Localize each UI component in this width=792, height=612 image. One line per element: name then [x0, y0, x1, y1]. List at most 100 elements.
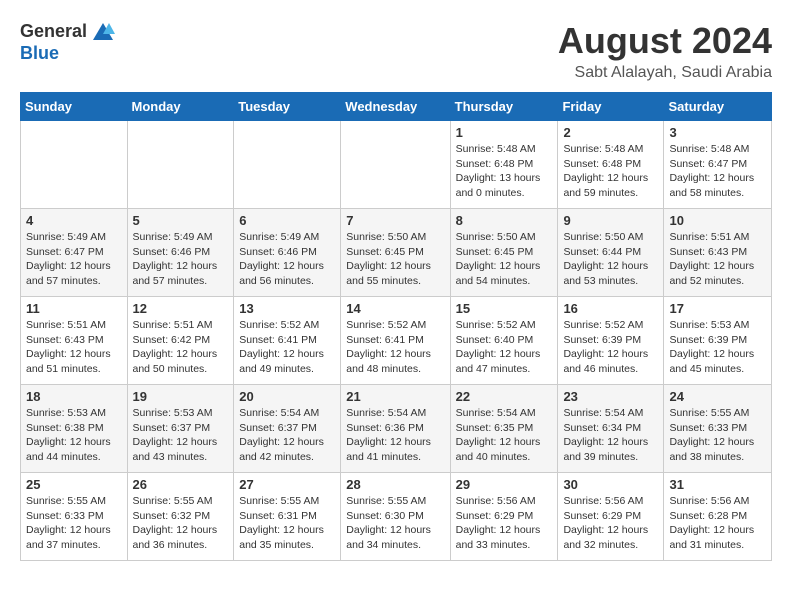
- day-info: Sunrise: 5:50 AM Sunset: 6:45 PM Dayligh…: [346, 230, 444, 289]
- day-number: 22: [456, 389, 553, 404]
- calendar-cell: 12 Sunrise: 5:51 AM Sunset: 6:42 PM Dayli…: [127, 297, 234, 385]
- day-info: Sunrise: 5:53 AM Sunset: 6:38 PM Dayligh…: [26, 406, 122, 465]
- calendar-cell: 17 Sunrise: 5:53 AM Sunset: 6:39 PM Dayli…: [664, 297, 772, 385]
- calendar-week-row: 1 Sunrise: 5:48 AM Sunset: 6:48 PM Daylig…: [21, 121, 772, 209]
- day-info: Sunrise: 5:48 AM Sunset: 6:47 PM Dayligh…: [669, 142, 766, 201]
- day-info: Sunrise: 5:53 AM Sunset: 6:39 PM Dayligh…: [669, 318, 766, 377]
- calendar-cell: 14 Sunrise: 5:52 AM Sunset: 6:41 PM Dayli…: [341, 297, 450, 385]
- calendar-cell: 10Sunrise: 5:51 AM Sunset: 6:43 PM Dayli…: [664, 209, 772, 297]
- day-number: 11: [26, 301, 122, 316]
- calendar-cell: 27 Sunrise: 5:55 AM Sunset: 6:31 PM Dayli…: [234, 473, 341, 561]
- weekday-header: Tuesday: [234, 93, 341, 121]
- calendar-cell: [234, 121, 341, 209]
- day-info: Sunrise: 5:55 AM Sunset: 6:31 PM Dayligh…: [239, 494, 335, 553]
- location-subtitle: Sabt Alalayah, Saudi Arabia: [558, 64, 772, 82]
- calendar-cell: 15Sunrise: 5:52 AM Sunset: 6:40 PM Dayli…: [450, 297, 558, 385]
- day-info: Sunrise: 5:48 AM Sunset: 6:48 PM Dayligh…: [563, 142, 658, 201]
- weekday-header: Sunday: [21, 93, 128, 121]
- day-number: 20: [239, 389, 335, 404]
- day-info: Sunrise: 5:51 AM Sunset: 6:43 PM Dayligh…: [669, 230, 766, 289]
- logo-blue-text: Blue: [20, 44, 115, 64]
- day-info: Sunrise: 5:52 AM Sunset: 6:41 PM Dayligh…: [239, 318, 335, 377]
- day-number: 19: [133, 389, 229, 404]
- day-info: Sunrise: 5:55 AM Sunset: 6:33 PM Dayligh…: [26, 494, 122, 553]
- calendar-cell: 18 Sunrise: 5:53 AM Sunset: 6:38 PM Dayli…: [21, 385, 128, 473]
- month-year-title: August 2024: [558, 20, 772, 62]
- weekday-header: Saturday: [664, 93, 772, 121]
- weekday-header: Thursday: [450, 93, 558, 121]
- calendar-cell: 2Sunrise: 5:48 AM Sunset: 6:48 PM Daylig…: [558, 121, 664, 209]
- calendar-week-row: 4Sunrise: 5:49 AM Sunset: 6:47 PM Daylig…: [21, 209, 772, 297]
- calendar-table: SundayMondayTuesdayWednesdayThursdayFrid…: [20, 92, 772, 561]
- day-info: Sunrise: 5:49 AM Sunset: 6:46 PM Dayligh…: [133, 230, 229, 289]
- calendar-cell: [341, 121, 450, 209]
- calendar-cell: 25 Sunrise: 5:55 AM Sunset: 6:33 PM Dayli…: [21, 473, 128, 561]
- day-info: Sunrise: 5:49 AM Sunset: 6:46 PM Dayligh…: [239, 230, 335, 289]
- calendar-cell: 20Sunrise: 5:54 AM Sunset: 6:37 PM Dayli…: [234, 385, 341, 473]
- weekday-header: Friday: [558, 93, 664, 121]
- day-number: 27: [239, 477, 335, 492]
- calendar-cell: 3 Sunrise: 5:48 AM Sunset: 6:47 PM Daylig…: [664, 121, 772, 209]
- day-number: 17: [669, 301, 766, 316]
- calendar-cell: 26 Sunrise: 5:55 AM Sunset: 6:32 PM Dayli…: [127, 473, 234, 561]
- day-number: 12: [133, 301, 229, 316]
- day-number: 24: [669, 389, 766, 404]
- weekday-header: Wednesday: [341, 93, 450, 121]
- page-header: General Blue August 2024 Sabt Alalayah, …: [20, 20, 772, 82]
- day-info: Sunrise: 5:53 AM Sunset: 6:37 PM Dayligh…: [133, 406, 229, 465]
- day-info: Sunrise: 5:50 AM Sunset: 6:45 PM Dayligh…: [456, 230, 553, 289]
- calendar-week-row: 11Sunrise: 5:51 AM Sunset: 6:43 PM Dayli…: [21, 297, 772, 385]
- day-number: 26: [133, 477, 229, 492]
- day-number: 4: [26, 213, 122, 228]
- day-number: 13: [239, 301, 335, 316]
- calendar-cell: [127, 121, 234, 209]
- day-info: Sunrise: 5:52 AM Sunset: 6:41 PM Dayligh…: [346, 318, 444, 377]
- day-info: Sunrise: 5:56 AM Sunset: 6:29 PM Dayligh…: [456, 494, 553, 553]
- day-info: Sunrise: 5:55 AM Sunset: 6:32 PM Dayligh…: [133, 494, 229, 553]
- calendar-cell: 11Sunrise: 5:51 AM Sunset: 6:43 PM Dayli…: [21, 297, 128, 385]
- day-info: Sunrise: 5:54 AM Sunset: 6:35 PM Dayligh…: [456, 406, 553, 465]
- calendar-cell: 5 Sunrise: 5:49 AM Sunset: 6:46 PM Daylig…: [127, 209, 234, 297]
- calendar-cell: 13 Sunrise: 5:52 AM Sunset: 6:41 PM Dayli…: [234, 297, 341, 385]
- day-number: 3: [669, 125, 766, 140]
- day-info: Sunrise: 5:51 AM Sunset: 6:42 PM Dayligh…: [133, 318, 229, 377]
- day-number: 5: [133, 213, 229, 228]
- day-number: 28: [346, 477, 444, 492]
- day-number: 29: [456, 477, 553, 492]
- calendar-cell: 31 Sunrise: 5:56 AM Sunset: 6:28 PM Dayli…: [664, 473, 772, 561]
- day-number: 14: [346, 301, 444, 316]
- day-info: Sunrise: 5:55 AM Sunset: 6:30 PM Dayligh…: [346, 494, 444, 553]
- logo-general-text: General: [20, 22, 87, 42]
- calendar-header-row: SundayMondayTuesdayWednesdayThursdayFrid…: [21, 93, 772, 121]
- day-number: 8: [456, 213, 553, 228]
- day-info: Sunrise: 5:56 AM Sunset: 6:29 PM Dayligh…: [563, 494, 658, 553]
- day-info: Sunrise: 5:50 AM Sunset: 6:44 PM Dayligh…: [563, 230, 658, 289]
- day-info: Sunrise: 5:52 AM Sunset: 6:40 PM Dayligh…: [456, 318, 553, 377]
- calendar-cell: 9Sunrise: 5:50 AM Sunset: 6:44 PM Daylig…: [558, 209, 664, 297]
- calendar-cell: 30 Sunrise: 5:56 AM Sunset: 6:29 PM Dayli…: [558, 473, 664, 561]
- logo-icon: [91, 20, 115, 44]
- day-number: 31: [669, 477, 766, 492]
- day-number: 6: [239, 213, 335, 228]
- calendar-cell: 6 Sunrise: 5:49 AM Sunset: 6:46 PM Daylig…: [234, 209, 341, 297]
- day-info: Sunrise: 5:52 AM Sunset: 6:39 PM Dayligh…: [563, 318, 658, 377]
- calendar-cell: 29 Sunrise: 5:56 AM Sunset: 6:29 PM Dayli…: [450, 473, 558, 561]
- calendar-cell: 28 Sunrise: 5:55 AM Sunset: 6:30 PM Dayli…: [341, 473, 450, 561]
- calendar-week-row: 25 Sunrise: 5:55 AM Sunset: 6:33 PM Dayli…: [21, 473, 772, 561]
- calendar-cell: 24Sunrise: 5:55 AM Sunset: 6:33 PM Dayli…: [664, 385, 772, 473]
- day-info: Sunrise: 5:56 AM Sunset: 6:28 PM Dayligh…: [669, 494, 766, 553]
- calendar-cell: 7Sunrise: 5:50 AM Sunset: 6:45 PM Daylig…: [341, 209, 450, 297]
- calendar-cell: 8 Sunrise: 5:50 AM Sunset: 6:45 PM Daylig…: [450, 209, 558, 297]
- calendar-cell: 22 Sunrise: 5:54 AM Sunset: 6:35 PM Dayli…: [450, 385, 558, 473]
- day-number: 18: [26, 389, 122, 404]
- title-block: August 2024 Sabt Alalayah, Saudi Arabia: [558, 20, 772, 82]
- weekday-header: Monday: [127, 93, 234, 121]
- calendar-cell: 1Sunrise: 5:48 AM Sunset: 6:48 PM Daylig…: [450, 121, 558, 209]
- day-number: 1: [456, 125, 553, 140]
- day-info: Sunrise: 5:54 AM Sunset: 6:34 PM Dayligh…: [563, 406, 658, 465]
- day-number: 30: [563, 477, 658, 492]
- day-number: 23: [563, 389, 658, 404]
- calendar-week-row: 18 Sunrise: 5:53 AM Sunset: 6:38 PM Dayli…: [21, 385, 772, 473]
- calendar-cell: 16Sunrise: 5:52 AM Sunset: 6:39 PM Dayli…: [558, 297, 664, 385]
- day-number: 25: [26, 477, 122, 492]
